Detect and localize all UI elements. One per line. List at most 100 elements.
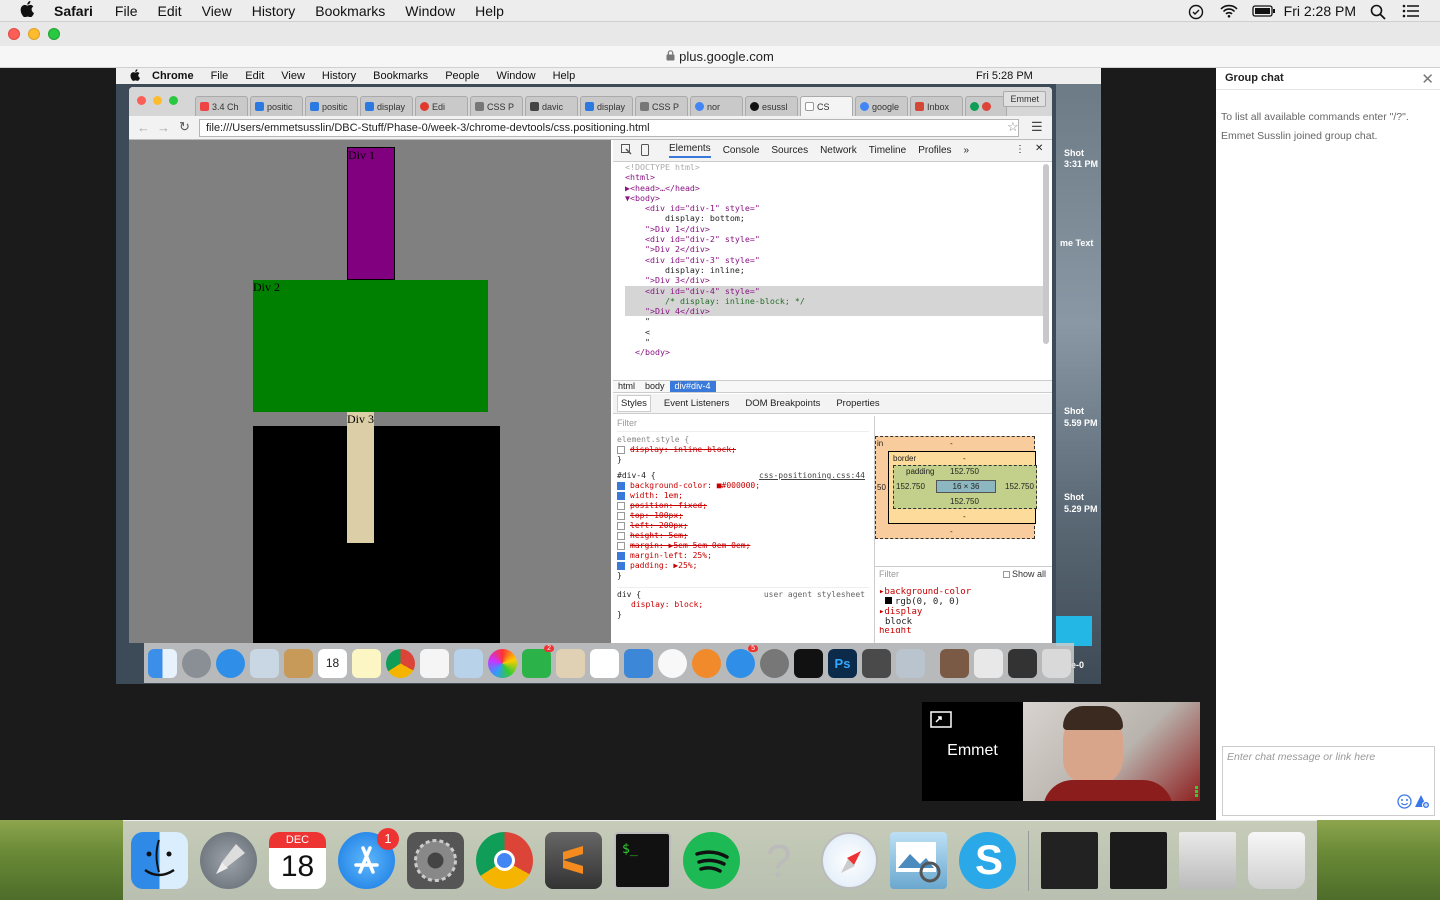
menu-file[interactable]: File	[115, 3, 138, 19]
desktop-label: 5.59 PM	[1064, 418, 1098, 428]
margin-top: -	[950, 439, 953, 448]
menu-app-name[interactable]: Safari	[54, 3, 93, 19]
menu-history[interactable]: History	[252, 3, 296, 19]
numbers-icon	[590, 648, 619, 678]
styles-subtabs: Styles Event Listeners DOM Breakpoints P…	[613, 394, 1052, 414]
skype-icon[interactable]: S	[959, 832, 1016, 889]
chrome-profile-button: Emmet	[1003, 91, 1046, 107]
dock-separator	[1028, 830, 1029, 891]
css-prop: margin-left: 25%;	[630, 551, 712, 560]
reload-icon: ↻	[179, 119, 190, 134]
menu-help[interactable]: Help	[475, 3, 504, 19]
sublime-text-icon[interactable]	[545, 832, 602, 889]
apple-menu-icon[interactable]	[20, 1, 38, 20]
window-thumbnail[interactable]	[1179, 832, 1236, 889]
color-swatch	[885, 597, 892, 604]
chrome-tab: CSS P	[470, 96, 523, 116]
div-3-box: Div 3	[347, 412, 374, 543]
prop-checkbox	[617, 501, 625, 510]
chrome-tab: Edi	[415, 96, 468, 116]
chrome-icon[interactable]	[476, 832, 533, 889]
menu-bookmarks[interactable]: Bookmarks	[315, 3, 385, 19]
ibooks-icon	[692, 648, 721, 678]
calendar-icon[interactable]: DEC 18	[269, 832, 326, 889]
window-thumbnail[interactable]	[1110, 832, 1167, 889]
div4-selector: #div-4 {	[617, 471, 656, 480]
battery-icon[interactable]	[1251, 4, 1275, 18]
participant-tile[interactable]: Emmet	[922, 702, 1023, 801]
menu-window[interactable]: Window	[405, 3, 455, 19]
preview-icon[interactable]	[890, 832, 947, 889]
notification-center-icon[interactable]	[1402, 4, 1420, 18]
system-preferences-icon[interactable]	[407, 832, 464, 889]
preview-icon	[896, 648, 925, 678]
spotify-icon[interactable]	[683, 832, 740, 889]
app-store-badge: 1	[377, 828, 399, 850]
attach-image-icon[interactable]	[1414, 794, 1430, 812]
safari-url-text[interactable]: plus.google.com	[679, 49, 774, 64]
computed-styles: Filter Show all ▸background-color rgb(0,…	[874, 566, 1052, 643]
div4-source-link: css-positioning.css:44	[759, 471, 865, 480]
close-icon[interactable]: ✕	[1421, 70, 1434, 88]
chrome-tab: 3.4 Ch	[195, 96, 248, 116]
padding-right-val: 152.750	[1005, 482, 1034, 491]
safari-icon	[216, 648, 245, 678]
chrome-minimize-button	[153, 96, 162, 105]
chat-message: Emmet Susslin joined group chat.	[1221, 130, 1378, 142]
desktop-label: 5.29 PM	[1064, 504, 1098, 514]
reminders-icon	[420, 648, 449, 678]
shared-menu-view: View	[281, 70, 305, 82]
css-prop: margin: ▶5em 5em 0em 0em;	[630, 541, 751, 550]
os-clock[interactable]: Fri 2:28 PM	[1284, 3, 1356, 19]
launchpad-icon	[182, 648, 211, 678]
trash-icon	[1042, 648, 1071, 678]
margin-bottom: -	[950, 527, 953, 536]
div-1-label: Div 1	[348, 148, 375, 162]
tab-title: positic	[322, 101, 348, 112]
wifi-icon[interactable]	[1220, 4, 1238, 18]
unknown-app-icon[interactable]: ?	[752, 832, 809, 889]
css-prop: position: fixed;	[630, 501, 708, 510]
close-window-button[interactable]	[8, 28, 20, 40]
prop-checkbox	[617, 561, 625, 570]
shared-clock: Fri 5:28 PM	[976, 70, 1033, 82]
shared-screen: Chrome File Edit View History Bookmarks …	[116, 68, 1101, 684]
minimize-window-button[interactable]	[28, 28, 40, 40]
mail-icon	[250, 648, 279, 678]
dom-line-selected: /* display: inline-block; */	[625, 295, 1045, 307]
chat-message-input[interactable]: Enter chat message or link here	[1222, 746, 1435, 816]
safari-address-bar[interactable]: plus.google.com	[0, 46, 1440, 68]
trash-icon[interactable]	[1248, 832, 1305, 889]
dom-line: <html>	[625, 172, 655, 183]
app-store-icon[interactable]: 1	[338, 828, 399, 889]
devtools-tab-sources: Sources	[771, 145, 809, 156]
dom-line-selected: <div id="div-4" style="	[625, 285, 1045, 296]
terminal-icon[interactable]: $_	[614, 832, 671, 889]
shared-menu-bookmarks: Bookmarks	[373, 70, 429, 82]
participant-video[interactable]	[1023, 702, 1200, 801]
ua-prop: display: block;	[631, 600, 704, 609]
menu-view[interactable]: View	[202, 3, 232, 19]
launchpad-icon[interactable]	[200, 832, 257, 889]
checkbox-status-icon[interactable]	[1188, 4, 1206, 20]
menu-edit[interactable]: Edit	[157, 3, 181, 19]
window-thumbnail[interactable]	[1041, 832, 1098, 889]
chrome-tab: positic	[250, 96, 303, 116]
emoji-icon[interactable]	[1397, 794, 1412, 812]
spotlight-search-icon[interactable]	[1370, 4, 1388, 20]
finder-icon	[148, 648, 177, 678]
dom-line: ">Div 3</div>	[625, 275, 710, 286]
computed-prop-cutoff: height	[879, 627, 912, 633]
safari-icon[interactable]	[821, 832, 878, 889]
dom-line: display: inline;	[625, 264, 745, 275]
finder-icon[interactable]	[131, 832, 188, 889]
dom-tree: <!DOCTYPE html> <html> ▶<head>…</head> ▼…	[625, 162, 1045, 380]
prop-checkbox	[617, 541, 625, 550]
devtools-tab-timeline: Timeline	[868, 145, 907, 156]
zoom-window-button[interactable]	[48, 28, 60, 40]
devtools-tab-profiles: Profiles	[918, 145, 952, 156]
safari-titlebar	[0, 22, 1440, 46]
tab-title: esussl	[762, 101, 788, 112]
shared-menu-help: Help	[552, 70, 576, 82]
shared-apple-icon	[130, 68, 140, 84]
